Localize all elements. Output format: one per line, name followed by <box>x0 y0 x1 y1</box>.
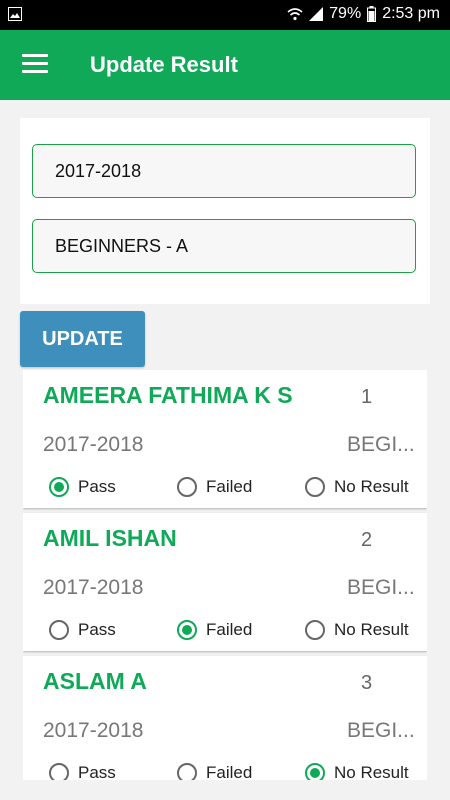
pass-label: Pass <box>78 620 116 639</box>
no-result-radio[interactable]: No Result <box>305 477 409 497</box>
wifi-icon <box>287 8 303 21</box>
student-name: AMIL ISHAN <box>43 525 177 551</box>
pass-radio[interactable]: Pass <box>49 620 116 640</box>
pass-label: Pass <box>78 477 116 496</box>
radio-unselected-icon <box>177 763 197 780</box>
student-name: AMEERA FATHIMA K S <box>43 382 293 408</box>
failed-label: Failed <box>206 477 253 496</box>
radio-unselected-icon <box>49 620 69 640</box>
student-year: 2017-2018 <box>43 433 144 456</box>
student-year: 2017-2018 <box>43 719 144 742</box>
page-title: Update Result <box>90 52 238 77</box>
pass-label: Pass <box>78 763 116 780</box>
failed-radio[interactable]: Failed <box>177 620 252 640</box>
student-number: 2 <box>361 529 373 551</box>
student-list: AMEERA FATHIMA K S 1 2017-2018 BEGI... P… <box>23 370 427 780</box>
clock: 2:53 pm <box>382 5 440 22</box>
student-name: ASLAM A <box>43 668 147 694</box>
image-notification-icon <box>8 7 22 21</box>
student-number: 1 <box>361 386 373 408</box>
filter-panel: 2017-2018 BEGINNERS - A <box>20 118 430 304</box>
update-button[interactable]: UPDATE <box>20 311 145 367</box>
student-card: ASLAM A 3 2017-2018 BEGI... Pass Failed … <box>23 656 427 780</box>
radio-unselected-icon <box>177 477 197 497</box>
app-bar: Update Result <box>0 30 450 100</box>
status-right: 79% 2:53 pm <box>287 5 440 23</box>
battery-icon <box>367 6 377 22</box>
radio-selected-icon <box>49 477 69 497</box>
student-card: AMIL ISHAN 2 2017-2018 BEGI... Pass Fail… <box>23 513 427 651</box>
status-bar: 79% 2:53 pm <box>0 0 450 30</box>
radio-selected-icon <box>177 620 197 640</box>
no-result-radio[interactable]: No Result <box>305 620 409 640</box>
radio-unselected-icon <box>49 763 69 780</box>
student-card: AMEERA FATHIMA K S 1 2017-2018 BEGI... P… <box>23 370 427 508</box>
pass-radio[interactable]: Pass <box>49 477 116 497</box>
no-result-radio[interactable]: No Result <box>305 763 409 780</box>
signal-icon <box>309 7 324 21</box>
radio-unselected-icon <box>305 477 325 497</box>
battery-percent: 79% <box>329 5 362 22</box>
failed-label: Failed <box>206 763 253 780</box>
pass-radio[interactable]: Pass <box>49 763 116 780</box>
student-class: BEGI... <box>347 719 413 742</box>
student-class: BEGI... <box>347 576 413 599</box>
student-class: BEGI... <box>347 433 413 456</box>
academic-year-select[interactable]: 2017-2018 <box>32 144 416 198</box>
class-select[interactable]: BEGINNERS - A <box>32 219 416 273</box>
no-result-label: No Result <box>334 763 409 780</box>
menu-icon[interactable] <box>22 54 48 76</box>
student-year: 2017-2018 <box>43 576 144 599</box>
no-result-label: No Result <box>334 477 409 496</box>
radio-selected-icon <box>305 763 325 780</box>
radio-unselected-icon <box>305 620 325 640</box>
failed-label: Failed <box>206 620 253 639</box>
no-result-label: No Result <box>334 620 409 639</box>
student-number: 3 <box>361 672 373 694</box>
failed-radio[interactable]: Failed <box>177 763 252 780</box>
failed-radio[interactable]: Failed <box>177 477 252 497</box>
